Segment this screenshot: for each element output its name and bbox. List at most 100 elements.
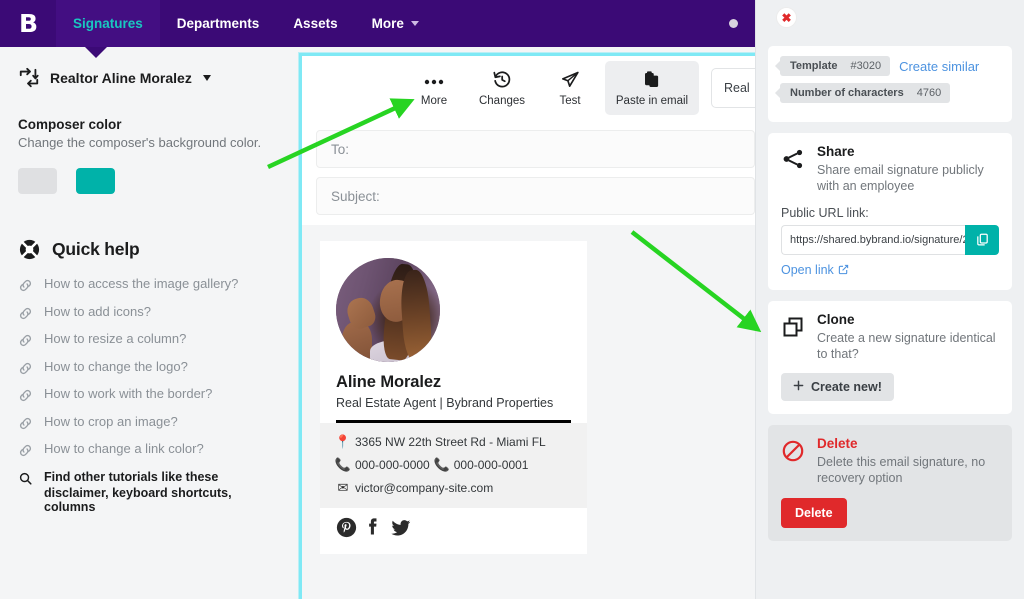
transfer-icon xyxy=(18,67,40,89)
to-field[interactable]: To: xyxy=(316,130,755,168)
quick-help-section: Quick help How to access the image galle… xyxy=(18,238,277,515)
color-swatch-teal[interactable] xyxy=(76,168,115,194)
signature-contact-block: 📍 3365 NW 22th Street Rd - Miami FL 📞 00… xyxy=(320,423,587,508)
nav-item-label: More xyxy=(372,16,404,31)
plus-icon xyxy=(793,380,804,394)
signature-contact-text: 3365 NW 22th Street Rd - Miami FL xyxy=(355,435,546,449)
clone-title: Clone xyxy=(817,313,999,328)
quick-help-link-label: How to access the image gallery? xyxy=(44,277,238,292)
link-icon xyxy=(18,388,33,403)
nav-item-departments[interactable]: Departments xyxy=(160,0,277,47)
toolbar-test-button[interactable]: Test xyxy=(537,61,603,115)
share-card: Share Share email signature publicly wit… xyxy=(768,133,1012,290)
quick-help-link[interactable]: How to change a link color? xyxy=(18,442,277,458)
quick-help-link-label: How to resize a column? xyxy=(44,332,186,347)
composer-area: More Changes Test Paste in email R xyxy=(295,47,755,599)
pinterest-icon[interactable] xyxy=(336,517,357,542)
subject-field-label: Subject: xyxy=(331,189,380,204)
link-icon xyxy=(18,333,33,348)
history-clock-icon xyxy=(491,69,513,90)
copy-icon[interactable] xyxy=(965,225,999,255)
signature-social-icons xyxy=(320,508,587,554)
avatar xyxy=(336,258,440,362)
toolbar-button-label: Paste in email xyxy=(616,95,688,107)
external-link-icon xyxy=(838,264,849,275)
top-navigation-bar: B Signatures Departments Assets More xyxy=(0,0,755,47)
left-sidebar: Realtor Aline Moralez Composer color Cha… xyxy=(0,47,295,599)
nav-item-more[interactable]: More xyxy=(355,0,436,47)
toolbar-button-label: Changes xyxy=(479,95,525,107)
quick-help-link-label: How to change a link color? xyxy=(44,442,204,457)
quick-help-link[interactable]: How to crop an image? xyxy=(18,415,277,431)
quick-help-link[interactable]: How to resize a column? xyxy=(18,332,277,348)
color-swatch-light-gray[interactable] xyxy=(18,168,57,194)
close-icon[interactable]: ✖ xyxy=(776,7,797,28)
toolbar-more-button[interactable]: More xyxy=(401,61,467,115)
nav-item-label: Assets xyxy=(293,16,337,31)
quick-help-link-label: How to work with the border? xyxy=(44,387,212,402)
link-icon xyxy=(18,416,33,431)
signature-contact-address: 📍 3365 NW 22th Street Rd - Miami FL xyxy=(336,434,571,450)
quick-help-find-tutorials[interactable]: Find other tutorials like these disclaim… xyxy=(18,470,277,515)
clone-description: Create a new signature identical to that… xyxy=(817,330,999,362)
create-similar-link[interactable]: Create similar xyxy=(899,59,979,74)
characters-tag: Number of characters 4760 xyxy=(780,83,950,103)
notification-dot-icon[interactable] xyxy=(729,19,738,28)
create-new-button-label: Create new! xyxy=(811,380,882,394)
nav-active-pointer xyxy=(85,47,107,58)
template-tag: Template #3020 xyxy=(780,56,890,76)
characters-row: Number of characters 4760 xyxy=(780,83,1000,103)
lifebuoy-icon xyxy=(18,238,41,261)
nav-item-label: Signatures xyxy=(73,16,143,31)
composer-color-title: Composer color xyxy=(18,117,277,132)
facebook-icon[interactable] xyxy=(363,517,384,542)
open-link-button[interactable]: Open link xyxy=(781,263,999,277)
signature-contact-phones: 📞 000-000-0000 📞 000-000-0001 xyxy=(336,457,571,473)
toolbar-changes-button[interactable]: Changes xyxy=(469,61,535,115)
signature-contact-text: victor@company-site.com xyxy=(355,481,493,495)
link-icon xyxy=(18,306,33,321)
nav-item-signatures[interactable]: Signatures xyxy=(56,0,160,47)
email-signature-card[interactable]: Aline Moralez Real Estate Agent | Bybran… xyxy=(320,241,587,554)
subject-field[interactable]: Subject: xyxy=(316,177,755,215)
quick-help-link[interactable]: How to add icons? xyxy=(18,305,277,321)
template-tag-label: Template xyxy=(790,60,837,72)
nav-item-assets[interactable]: Assets xyxy=(276,0,354,47)
quick-help-link[interactable]: How to access the image gallery? xyxy=(18,277,277,293)
signature-contact-email: ✉ victor@company-site.com xyxy=(336,480,571,496)
composer-panel: More Changes Test Paste in email R xyxy=(299,53,755,599)
delete-title: Delete xyxy=(817,437,999,452)
delete-description: Delete this email signature, no recovery… xyxy=(817,454,999,486)
delete-button[interactable]: Delete xyxy=(781,498,847,528)
share-nodes-icon xyxy=(781,147,805,171)
link-icon xyxy=(18,361,33,376)
public-url-label: Public URL link: xyxy=(781,206,999,220)
clone-icon xyxy=(781,315,805,339)
delete-card: Delete Delete this email signature, no r… xyxy=(768,425,1012,541)
bybrand-logo[interactable]: B xyxy=(0,0,56,47)
quick-help-link[interactable]: How to work with the border? xyxy=(18,387,277,403)
search-icon xyxy=(18,471,33,486)
quick-help-link-label: How to change the logo? xyxy=(44,360,188,375)
characters-tag-label: Number of characters xyxy=(790,87,904,99)
signature-selector[interactable]: Realtor Aline Moralez xyxy=(18,67,277,89)
characters-tag-value: 4760 xyxy=(917,87,941,99)
template-name-button[interactable]: Real xyxy=(711,68,755,108)
signature-options-panel: ✖ Template #3020 Create similar Number o… xyxy=(755,0,1024,599)
to-field-label: To: xyxy=(331,142,349,157)
public-url-input[interactable]: https://shared.bybrand.io/signature/2fd9 xyxy=(781,225,965,255)
phone-icon: 📞 xyxy=(336,457,350,473)
create-new-button[interactable]: Create new! xyxy=(781,373,894,401)
chevron-down-icon xyxy=(203,75,211,81)
map-pin-icon: 📍 xyxy=(336,434,350,450)
share-title: Share xyxy=(817,145,999,160)
quick-help-header: Quick help xyxy=(18,238,277,261)
quick-help-link[interactable]: How to change the logo? xyxy=(18,360,277,376)
toolbar-paste-in-email-button[interactable]: Paste in email xyxy=(605,61,699,115)
paper-plane-icon xyxy=(559,69,581,90)
quick-help-link-label: How to add icons? xyxy=(44,305,151,320)
envelope-icon: ✉ xyxy=(336,480,350,496)
twitter-icon[interactable] xyxy=(390,517,412,542)
ellipsis-icon xyxy=(423,69,445,90)
link-icon xyxy=(18,278,33,293)
